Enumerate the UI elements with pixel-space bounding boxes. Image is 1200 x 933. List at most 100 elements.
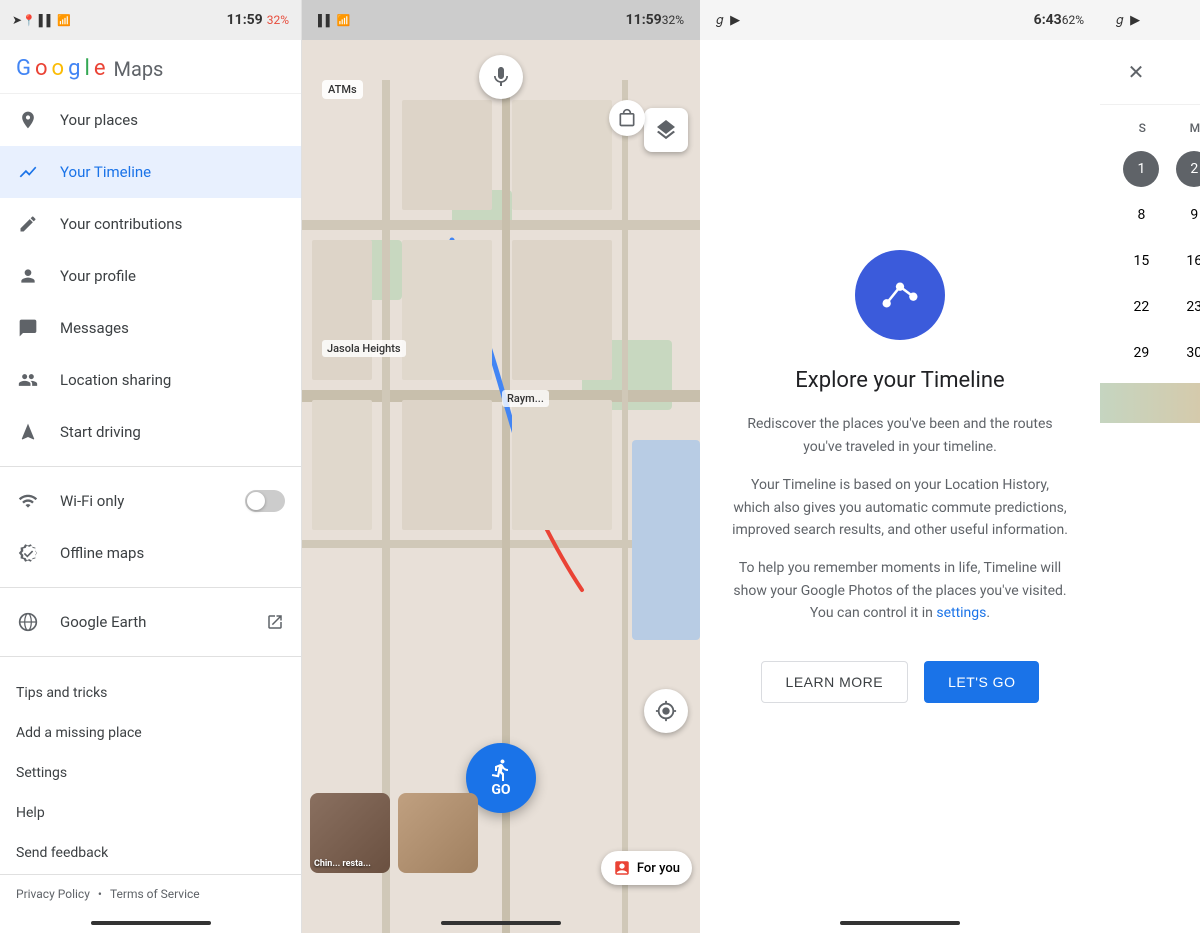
nav-item-your-places[interactable]: Your places (0, 94, 301, 146)
nav-label-wifi-only: Wi-Fi only (60, 492, 225, 510)
layers-button[interactable] (644, 108, 688, 152)
messages-icon (16, 316, 40, 340)
nav-tips-tricks[interactable]: Tips and tricks (0, 673, 301, 713)
cal-day-29[interactable]: 29 (1123, 335, 1159, 371)
cal-day-30[interactable]: 30 (1176, 335, 1200, 371)
g-icon-3: 𝑔 (716, 13, 723, 28)
location-status-icon: 📍 (22, 14, 36, 27)
microphone-button[interactable] (479, 55, 523, 99)
cal-day-16[interactable]: 16 (1176, 243, 1200, 279)
home-indicator-3 (700, 913, 1100, 933)
nav-help[interactable]: Help (0, 793, 301, 833)
nav-send-feedback[interactable]: Send feedback (0, 833, 301, 873)
maps-drawer-panel: ➤ 📍 ▌▌ 📶 11:59 32% Google Maps Your plac… (0, 0, 302, 933)
logo-letter-o1: o (35, 56, 48, 81)
nav-item-your-timeline[interactable]: Your Timeline (0, 146, 301, 198)
calendar-panel: 𝑔 ▶ 6:44 62% ✕ December 2019 ▲ ⋮ S M T W… (1100, 0, 1200, 933)
privacy-policy-link[interactable]: Privacy Policy (16, 887, 90, 901)
timeline-panel: 𝑔 ▶ 6:43 62% Explore your Timeline Redis… (700, 0, 1100, 933)
lets-go-button[interactable]: LET'S GO (924, 661, 1039, 703)
offline-maps-icon (16, 541, 40, 565)
battery-3: 62% (1062, 13, 1084, 27)
external-link-icon (265, 612, 285, 632)
wifi-2-icon: 📶 (337, 14, 351, 27)
status-icons-3: 𝑔 ▶ (716, 13, 740, 28)
cal-day-2[interactable]: 2 (1176, 151, 1200, 187)
cal-day-23[interactable]: 23 (1176, 289, 1200, 325)
settings-link[interactable]: settings (936, 605, 986, 621)
nav-add-place[interactable]: Add a missing place (0, 713, 301, 753)
nav-item-offline-maps[interactable]: Offline maps (0, 527, 301, 579)
timeline-icon-circle (855, 250, 945, 340)
calendar-weekdays: S M T W T F S (1116, 113, 1200, 143)
clock-2: 11:59 (626, 12, 662, 28)
cal-day-wrapper-22: 22 (1116, 285, 1167, 329)
nav-label-start-driving: Start driving (60, 423, 285, 441)
nav-label-messages: Messages (60, 319, 285, 337)
logo-letter-l: l (84, 56, 89, 81)
status-icons-1: 📍 ▌▌ 📶 (22, 14, 71, 27)
cal-day-wrapper-1: 1 (1116, 147, 1167, 191)
nav-settings[interactable]: Settings (0, 753, 301, 793)
cal-day-wrapper-30: 30 (1169, 331, 1200, 375)
youtube-icon-4: ▶ (1130, 13, 1140, 28)
nav-item-google-earth[interactable]: Google Earth (0, 596, 301, 648)
raymond-label: Raym... (502, 390, 549, 407)
atms-label: ATMs (322, 80, 363, 99)
maps-app-header: Google Maps (0, 40, 301, 94)
cal-day-wrapper-9: 9 (1169, 193, 1200, 237)
wifi-toggle[interactable] (245, 490, 285, 512)
home-indicator-2 (441, 921, 561, 925)
status-bar-2: ▌▌ 📶 11:59 32% (302, 0, 700, 40)
nav-divider-3 (0, 656, 301, 657)
nav-label-your-places: Your places (60, 111, 285, 129)
calendar-grid: S M T W T F S 1 2 3 4 5 (1100, 105, 1200, 383)
nav-label-location-sharing: Location sharing (60, 371, 285, 389)
cal-day-wrapper-15: 15 (1116, 239, 1167, 283)
nav-divider-2 (0, 587, 301, 588)
cal-day-1[interactable]: 1 (1123, 151, 1159, 187)
cal-day-15[interactable]: 15 (1123, 243, 1159, 279)
nav-item-your-contributions[interactable]: Your contributions (0, 198, 301, 250)
shopping-icon-btn[interactable] (609, 100, 645, 136)
calendar-close-button[interactable]: ✕ (1120, 56, 1152, 88)
map-panel: ▌▌ 📶 11:59 32% (302, 0, 700, 933)
g-icon-4: 𝑔 (1116, 13, 1123, 28)
nav-item-messages[interactable]: Messages (0, 302, 301, 354)
thumbnail-2[interactable] (398, 793, 478, 873)
cal-day-9[interactable]: 9 (1176, 197, 1200, 233)
footer-separator: • (98, 887, 102, 901)
calendar-title-area: December 2019 ▲ (1152, 62, 1200, 82)
clock-1: 11:59 (227, 12, 263, 28)
timeline-desc-1: Rediscover the places you've been and th… (732, 413, 1068, 458)
places-icon (16, 108, 40, 132)
clock-3: 6:43 (1034, 12, 1062, 28)
battery-1: 32% (267, 13, 289, 27)
thumbnail-1[interactable]: Chin... resta... (310, 793, 390, 873)
location-target-button[interactable] (644, 689, 688, 733)
nav-label-your-timeline: Your Timeline (60, 163, 285, 181)
for-you-button[interactable]: For you (601, 851, 692, 885)
cal-day-8[interactable]: 8 (1123, 197, 1159, 233)
signal-icon: ▌▌ (39, 14, 55, 27)
calendar-map-strip: Jasola Vihar (1100, 383, 1200, 423)
home-bar-1 (91, 921, 211, 925)
weekday-s1: S (1116, 113, 1169, 143)
google-earth-icon (16, 610, 40, 634)
status-icons-4: 𝑔 ▶ (1116, 13, 1140, 28)
status-bar-4: 𝑔 ▶ 6:44 62% (1100, 0, 1200, 40)
nav-item-start-driving[interactable]: Start driving (0, 406, 301, 458)
nav-item-location-sharing[interactable]: Location sharing (0, 354, 301, 406)
nav-item-your-profile[interactable]: Your profile (0, 250, 301, 302)
profile-icon (16, 264, 40, 288)
cal-day-22[interactable]: 22 (1123, 289, 1159, 325)
google-maps-logo: Google Maps (16, 56, 285, 81)
cal-day-wrapper-2: 2 (1169, 147, 1200, 191)
learn-more-button[interactable]: LEARN MORE (761, 661, 909, 703)
terms-of-service-link[interactable]: Terms of Service (110, 887, 200, 901)
nav-item-wifi-only[interactable]: Wi-Fi only (0, 475, 301, 527)
thumbnail-bg-2 (398, 793, 478, 873)
timeline-svg-icon (875, 270, 925, 320)
timeline-icon (16, 160, 40, 184)
status-bar-1: ➤ 📍 ▌▌ 📶 11:59 32% (0, 0, 301, 40)
